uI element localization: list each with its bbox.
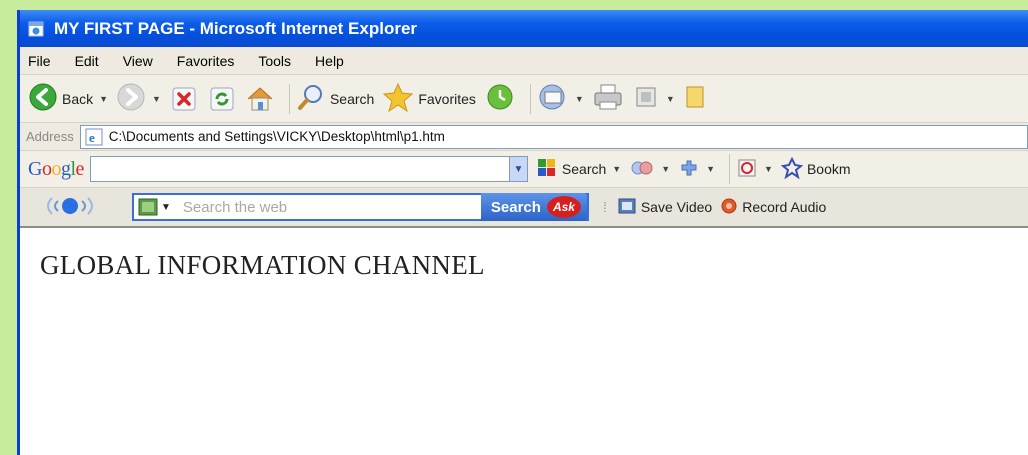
- record-audio-button[interactable]: Record Audio: [720, 197, 826, 218]
- favorites-button[interactable]: Favorites: [382, 82, 476, 115]
- stop-button[interactable]: [169, 84, 199, 114]
- print-button[interactable]: [592, 82, 624, 115]
- google-logo[interactable]: Google: [28, 158, 84, 181]
- bookmarks-button[interactable]: Bookm: [780, 156, 851, 182]
- search-label: Search: [329, 90, 375, 107]
- google-search-dropdown-icon[interactable]: ▼: [612, 164, 621, 174]
- ask-search-input[interactable]: Search the web: [175, 199, 483, 216]
- favorites-star-icon: [382, 82, 414, 115]
- menu-edit[interactable]: Edit: [63, 53, 111, 69]
- back-arrow-icon: [28, 82, 58, 115]
- mail-button[interactable]: ▼: [537, 82, 584, 115]
- ask-engine-icon[interactable]: ▼: [134, 198, 175, 216]
- bookmark-star-icon: [780, 156, 804, 182]
- google-dropdown-icon[interactable]: ▼: [509, 156, 528, 182]
- blocker-button[interactable]: ▼: [736, 157, 773, 182]
- title-bar[interactable]: MY FIRST PAGE - Microsoft Internet Explo…: [20, 10, 1028, 47]
- record-audio-label: Record Audio: [742, 199, 827, 215]
- toolbar-grip-icon: ⁞: [602, 199, 607, 215]
- history-icon: [484, 82, 516, 115]
- search-button[interactable]: Search: [296, 82, 374, 115]
- forward-button[interactable]: ▼: [116, 82, 161, 115]
- forward-arrow-icon: [116, 82, 146, 115]
- popup-blocker-icon: [736, 157, 758, 182]
- toolbar-separator: [529, 83, 531, 114]
- history-button[interactable]: [484, 82, 516, 115]
- blocker-dropdown-icon[interactable]: ▼: [764, 164, 773, 174]
- address-bar: Address e C:\Documents and Settings\VICK…: [20, 123, 1028, 151]
- menu-bar: File Edit View Favorites Tools Help: [20, 47, 1028, 75]
- menu-view[interactable]: View: [111, 53, 165, 69]
- pagerank-icon: [629, 159, 655, 180]
- search-magnifier-icon: [296, 82, 326, 115]
- menu-file[interactable]: File: [20, 53, 63, 69]
- puzzle-dropdown-icon[interactable]: ▼: [706, 164, 715, 174]
- menu-favorites[interactable]: Favorites: [165, 53, 247, 69]
- mail-dropdown-icon[interactable]: ▼: [575, 94, 584, 104]
- standard-toolbar: Back ▼ ▼ Search Favorites ▼ ▼: [20, 75, 1028, 123]
- google-search-button[interactable]: Search ▼: [536, 157, 621, 182]
- refresh-button[interactable]: [207, 84, 237, 114]
- toolbar-separator: [288, 83, 290, 114]
- signal-wave-icon[interactable]: [30, 193, 110, 222]
- ask-search-label: Search: [490, 198, 541, 216]
- address-field[interactable]: e C:\Documents and Settings\VICKY\Deskto…: [79, 124, 1028, 149]
- menu-tools[interactable]: Tools: [246, 53, 303, 69]
- google-search-label: Search: [561, 161, 607, 177]
- toolbar-separator: [729, 154, 731, 184]
- edit-button[interactable]: ▼: [632, 83, 675, 114]
- google-toolbar: Google ▼ Search ▼ ▼ ▼ ▼ Bookm: [20, 151, 1028, 188]
- svg-text:e: e: [89, 130, 95, 145]
- window-title: MY FIRST PAGE - Microsoft Internet Explo…: [54, 18, 418, 38]
- record-icon: [720, 197, 738, 218]
- back-dropdown-icon[interactable]: ▼: [99, 94, 108, 104]
- discuss-icon: [683, 83, 705, 114]
- google-search-icon: [536, 157, 558, 182]
- save-video-icon: [617, 196, 637, 219]
- edit-page-icon: [632, 83, 660, 114]
- browser-window: MY FIRST PAGE - Microsoft Internet Explo…: [17, 10, 1028, 455]
- ask-logo: Ask: [546, 196, 581, 218]
- ie-page-icon: e: [85, 128, 103, 146]
- printer-icon: [592, 82, 624, 115]
- edit-dropdown-icon[interactable]: ▼: [666, 94, 675, 104]
- favorites-label: Favorites: [418, 90, 476, 107]
- ask-search-box[interactable]: ▼ Search the web Search Ask: [132, 193, 589, 221]
- puzzle-icon: [678, 157, 700, 182]
- stop-icon: [169, 84, 199, 114]
- discuss-button[interactable]: [683, 83, 705, 114]
- save-video-label: Save Video: [640, 199, 713, 215]
- address-url: C:\Documents and Settings\VICKY\Desktop\…: [108, 129, 445, 144]
- ask-search-button[interactable]: Search Ask: [480, 193, 587, 221]
- menu-help[interactable]: Help: [303, 53, 356, 69]
- google-search-input[interactable]: [89, 156, 510, 182]
- bookmarks-label: Bookm: [806, 161, 851, 177]
- home-icon: [245, 84, 275, 114]
- back-label: Back: [62, 90, 94, 107]
- mail-icon: [537, 82, 569, 115]
- pagerank-dropdown-icon[interactable]: ▼: [661, 164, 670, 174]
- page-content: GLOBAL INFORMATION CHANNEL: [20, 228, 1028, 428]
- refresh-icon: [207, 84, 237, 114]
- pagerank-button[interactable]: ▼: [629, 159, 670, 180]
- puzzle-button[interactable]: ▼: [678, 157, 715, 182]
- address-label: Address: [26, 129, 74, 144]
- back-button[interactable]: Back ▼: [28, 82, 108, 115]
- ask-toolbar: ▼ Search the web Search Ask ⁞ Save Video: [20, 188, 1028, 228]
- ie-page-icon: [26, 18, 48, 40]
- home-button[interactable]: [245, 84, 275, 114]
- forward-dropdown-icon[interactable]: ▼: [152, 94, 161, 104]
- save-video-button[interactable]: Save Video: [617, 196, 712, 219]
- page-heading: GLOBAL INFORMATION CHANNEL: [40, 250, 485, 280]
